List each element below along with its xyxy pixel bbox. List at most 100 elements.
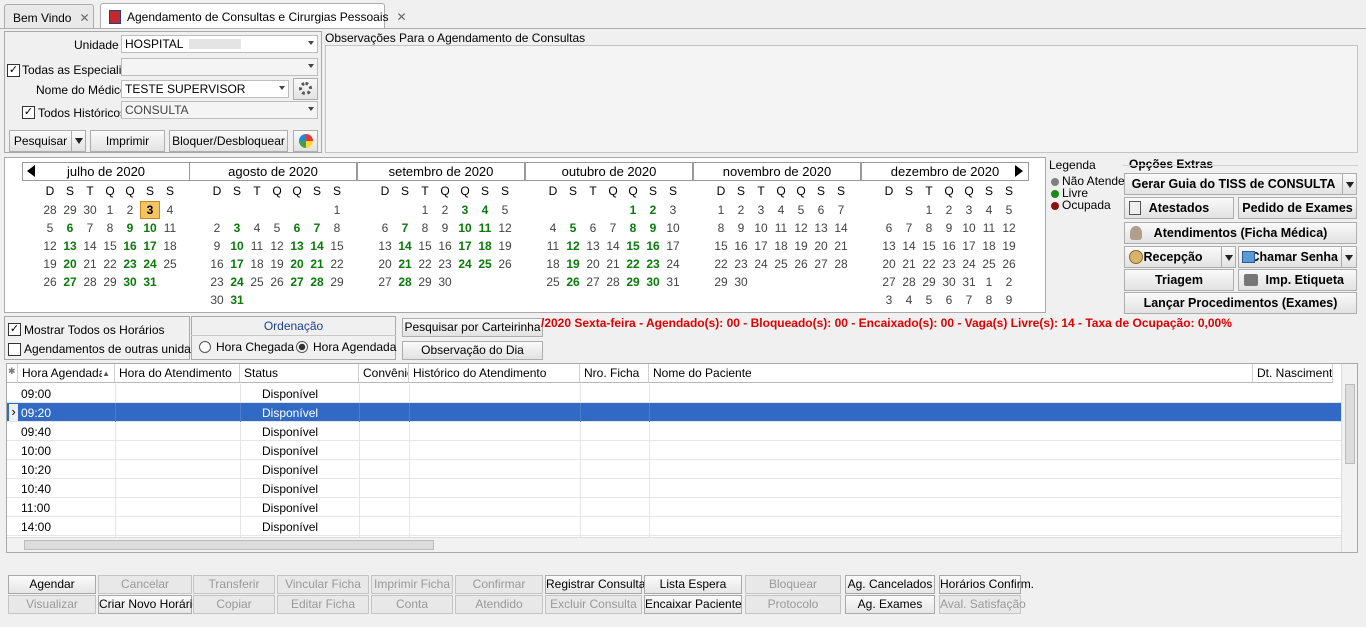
calendar-day[interactable]: 28: [307, 273, 327, 291]
calendar-day[interactable]: 12: [999, 219, 1019, 237]
calendar-day[interactable]: 9: [207, 237, 227, 255]
calendar-day[interactable]: 5: [999, 201, 1019, 219]
calendar-day[interactable]: 16: [939, 237, 959, 255]
calendar-day[interactable]: 22: [327, 255, 347, 273]
bloquear-button[interactable]: Bloquer/Desbloquear: [169, 130, 288, 152]
calendar-day[interactable]: 3: [140, 201, 160, 219]
calendar-day[interactable]: 24: [663, 255, 683, 273]
calendar-day[interactable]: 30: [939, 273, 959, 291]
todas-especialidades-checkbox[interactable]: ✓: [7, 64, 20, 77]
calendar-day[interactable]: 29: [623, 273, 643, 291]
calendar-day[interactable]: 8: [415, 219, 435, 237]
calendar-day[interactable]: 3: [959, 201, 979, 219]
calendar-day[interactable]: 17: [663, 237, 683, 255]
action-button[interactable]: Registrar Consulta: [545, 575, 645, 594]
calendar-day[interactable]: 17: [227, 255, 247, 273]
calendar-day[interactable]: 16: [731, 237, 751, 255]
calendar-day[interactable]: 21: [395, 255, 415, 273]
calendar-day[interactable]: 5: [791, 201, 811, 219]
calendar-day[interactable]: 25: [771, 255, 791, 273]
calendar-day[interactable]: 30: [120, 273, 140, 291]
calendar-day[interactable]: 4: [899, 291, 919, 309]
calendar-day[interactable]: 24: [959, 255, 979, 273]
calendar-day[interactable]: 13: [583, 237, 603, 255]
close-icon[interactable]: ✕: [396, 10, 406, 24]
calendar-day[interactable]: 19: [495, 237, 515, 255]
calendar-day[interactable]: 8: [919, 219, 939, 237]
calendar-day[interactable]: 18: [247, 255, 267, 273]
calendar-day[interactable]: 22: [623, 255, 643, 273]
table-row[interactable]: 09:00 Disponível: [7, 384, 1341, 403]
calendar-day[interactable]: 19: [267, 255, 287, 273]
calendar-day[interactable]: 9: [435, 219, 455, 237]
calendar-day[interactable]: 1: [623, 201, 643, 219]
imp-etiqueta-button[interactable]: Imp. Etiqueta: [1238, 269, 1357, 291]
calendar-day[interactable]: 8: [327, 219, 347, 237]
calendar-day[interactable]: 8: [979, 291, 999, 309]
calendar-day[interactable]: 1: [415, 201, 435, 219]
calendar-day[interactable]: 22: [100, 255, 120, 273]
horizontal-scroll-thumb[interactable]: [24, 540, 434, 550]
unidade-select[interactable]: HOSPITAL: [121, 35, 318, 53]
calendar-day[interactable]: 18: [979, 237, 999, 255]
calendar-day[interactable]: 28: [395, 273, 415, 291]
table-row[interactable]: 14:00 Disponível: [7, 517, 1341, 536]
calendar-day[interactable]: 8: [623, 219, 643, 237]
chamar-senha-button[interactable]: Chamar Senha: [1238, 246, 1342, 268]
calendar-day[interactable]: 10: [227, 237, 247, 255]
calendar-day[interactable]: 12: [563, 237, 583, 255]
table-row[interactable]: 11:00 Disponível: [7, 498, 1341, 517]
column-header[interactable]: Dt. Nascimento: [1253, 364, 1333, 383]
calendar-day[interactable]: 2: [435, 201, 455, 219]
calendar-day[interactable]: 20: [60, 255, 80, 273]
action-button[interactable]: Ag. Cancelados: [845, 575, 935, 594]
calendar-day[interactable]: 15: [623, 237, 643, 255]
calendar-day[interactable]: 13: [60, 237, 80, 255]
calendar-day[interactable]: 17: [140, 237, 160, 255]
action-button[interactable]: Ag. Exames: [845, 595, 935, 614]
hora-agendada-radio[interactable]: [296, 341, 308, 353]
action-button[interactable]: Horários Confirm.: [939, 575, 1034, 594]
calendar-day[interactable]: 11: [475, 219, 495, 237]
calendar-day[interactable]: 29: [919, 273, 939, 291]
calendar-day[interactable]: 24: [140, 255, 160, 273]
calendar-day[interactable]: 19: [999, 237, 1019, 255]
calendar-day[interactable]: 20: [583, 255, 603, 273]
calendar-day[interactable]: 18: [771, 237, 791, 255]
calendar-day[interactable]: 25: [543, 273, 563, 291]
calendar-day[interactable]: 8: [711, 219, 731, 237]
calendar-day[interactable]: 9: [939, 219, 959, 237]
calendar-day[interactable]: 9: [120, 219, 140, 237]
calendar-day[interactable]: 3: [227, 219, 247, 237]
column-header[interactable]: Convênio: [359, 364, 409, 383]
calendar-day[interactable]: 18: [543, 255, 563, 273]
calendar-day[interactable]: 26: [40, 273, 60, 291]
calendar-day[interactable]: 14: [80, 237, 100, 255]
calendar-day[interactable]: 14: [831, 219, 851, 237]
calendar-day[interactable]: 16: [207, 255, 227, 273]
hora-chegada-radio[interactable]: [199, 341, 211, 353]
calendar-day[interactable]: 26: [999, 255, 1019, 273]
calendar-day[interactable]: 27: [287, 273, 307, 291]
calendar-day[interactable]: 11: [543, 237, 563, 255]
medico-settings-button[interactable]: [293, 78, 318, 100]
calendar-day[interactable]: 7: [603, 219, 623, 237]
calendar-day[interactable]: 10: [663, 219, 683, 237]
triagem-button[interactable]: Triagem: [1124, 269, 1234, 291]
calendar-day[interactable]: 28: [603, 273, 623, 291]
calendar-day[interactable]: 18: [160, 237, 180, 255]
calendar-day[interactable]: 13: [287, 237, 307, 255]
calendar-day[interactable]: 12: [267, 237, 287, 255]
calendar-day[interactable]: 29: [415, 273, 435, 291]
color-button[interactable]: [293, 130, 318, 152]
mostrar-todos-checkbox[interactable]: ✓: [8, 323, 21, 336]
next-month-icon[interactable]: [1015, 165, 1023, 177]
calendar-day[interactable]: 9: [731, 219, 751, 237]
gerar-dropdown-button[interactable]: [1342, 173, 1357, 195]
calendar-day[interactable]: 13: [811, 219, 831, 237]
calendar-day[interactable]: 15: [100, 237, 120, 255]
calendar-day[interactable]: 14: [395, 237, 415, 255]
table-row[interactable]: 10:00 Disponível: [7, 441, 1341, 460]
calendar-day[interactable]: 26: [267, 273, 287, 291]
recepcao-button[interactable]: Recepção: [1124, 246, 1222, 268]
